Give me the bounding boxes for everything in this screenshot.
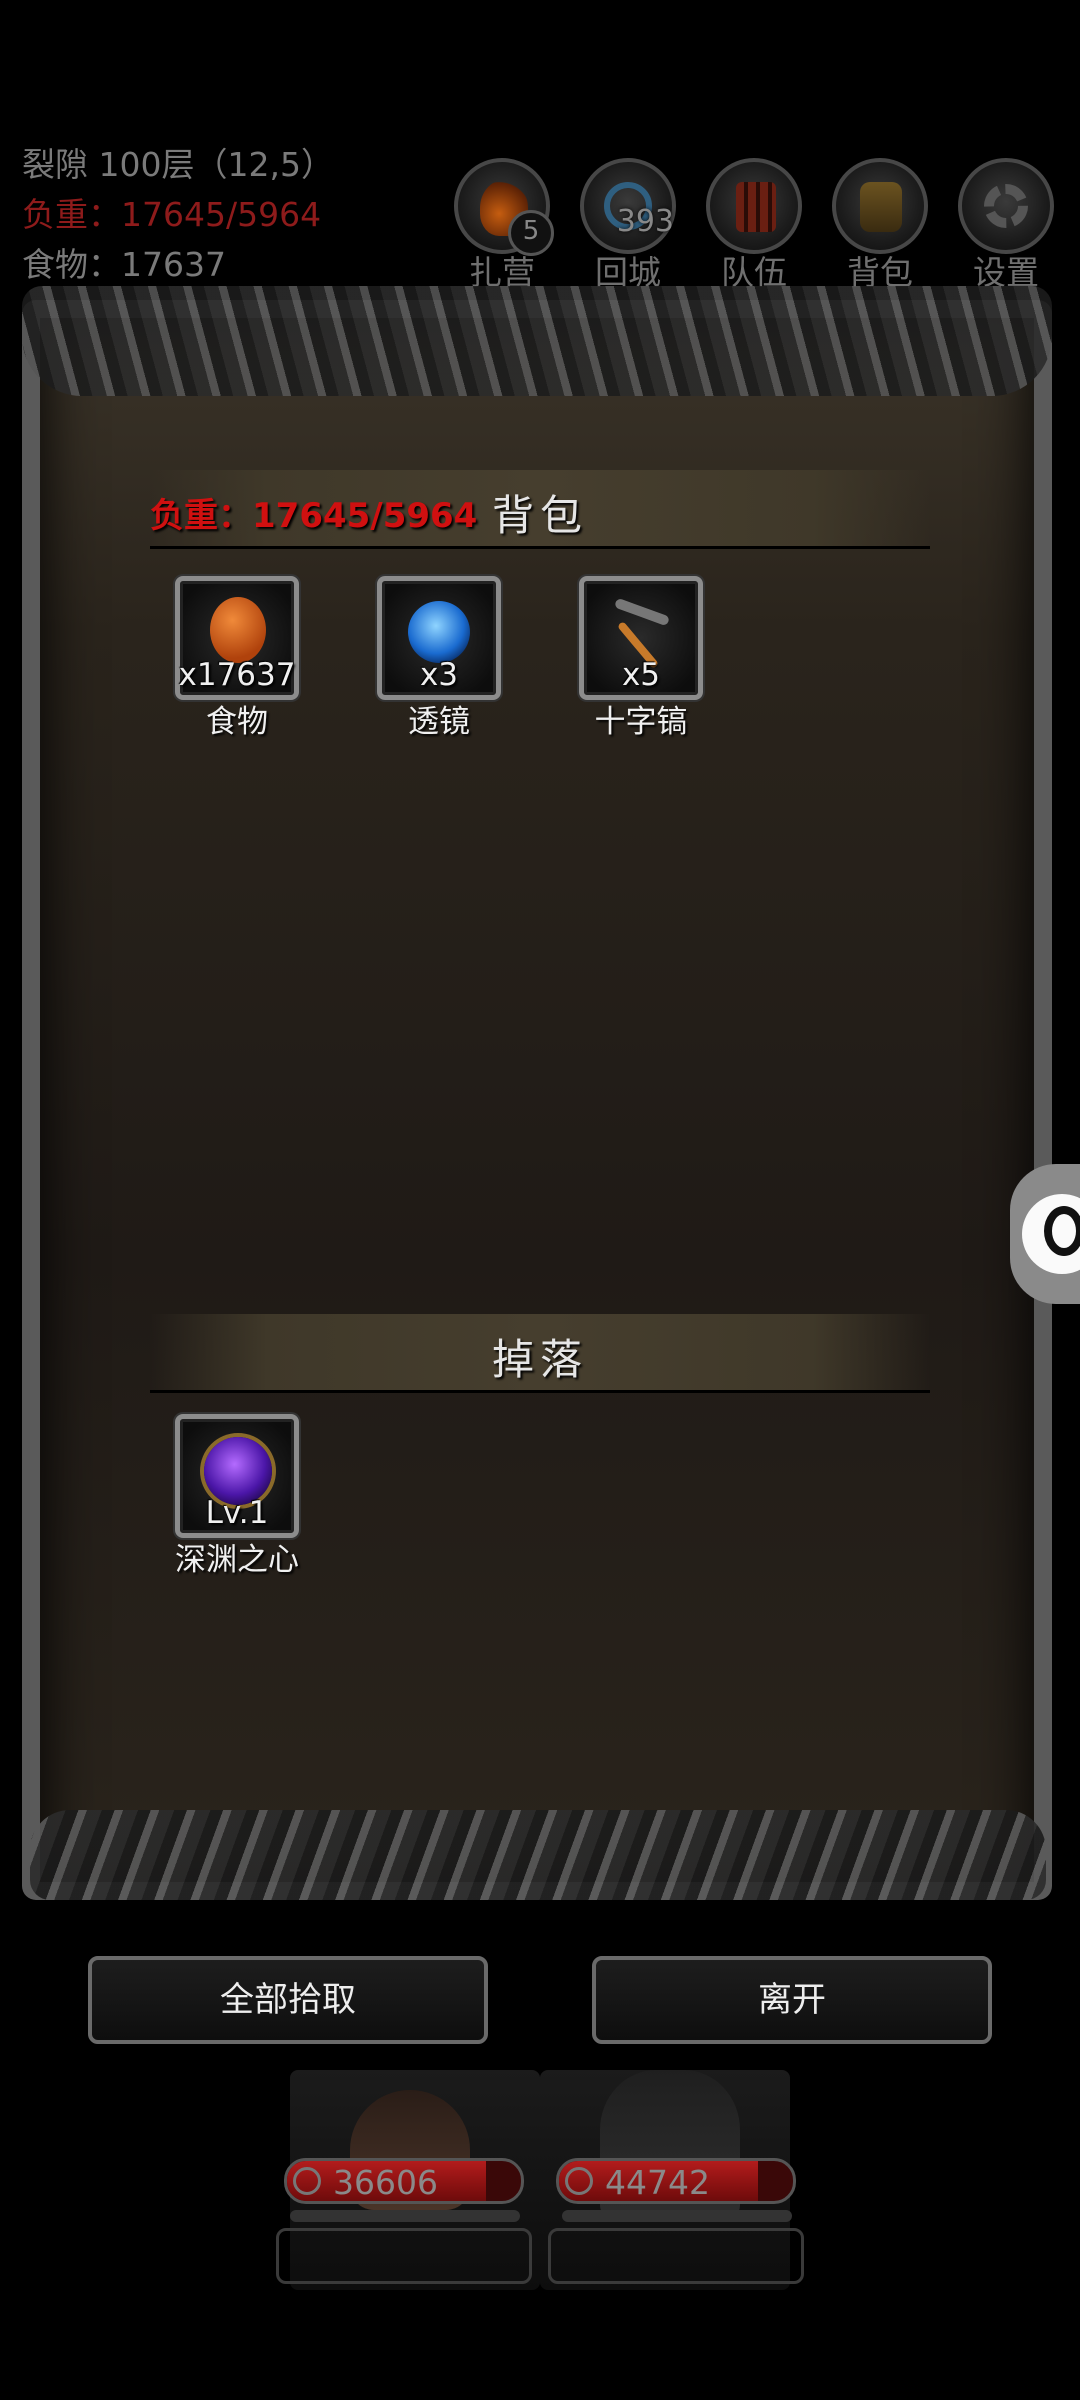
floating-assist-button[interactable] (1010, 1164, 1080, 1304)
inventory-title: 背包 (491, 491, 588, 540)
item-slot: x17637 (175, 576, 299, 700)
hero-hp-bar: 36606 (284, 2158, 524, 2204)
return-count: 393 (616, 204, 674, 239)
lens-orb-icon (408, 601, 470, 663)
backpack-icon (832, 158, 928, 254)
hero-info-slot (548, 2228, 804, 2284)
hero-hp-bar: 44742 (556, 2158, 796, 2204)
backpack-button[interactable]: 背包 (830, 158, 930, 294)
food-status: 食物：17637 (22, 245, 226, 284)
item-slot: x5 (579, 576, 703, 700)
inventory-header: 负重：17645/5964 背包 (150, 470, 930, 549)
pickup-all-button[interactable]: 全部拾取 (88, 1956, 488, 2044)
inventory-item[interactable]: x5 十字镐 (571, 576, 711, 741)
shield-icon (565, 2167, 593, 2195)
frame-ornament-top (22, 286, 1052, 396)
item-slot: x3 (377, 576, 501, 700)
item-qty: x17637 (178, 657, 296, 693)
location-label: 裂隙 100层（12,5） (22, 145, 334, 184)
drops-title: 掉落 (491, 1335, 588, 1384)
item-name: 食物 (206, 704, 268, 740)
team-button[interactable]: 队伍 (704, 158, 804, 294)
meat-icon (210, 597, 266, 663)
hero-energy-bar (562, 2210, 792, 2222)
gear-icon (958, 158, 1054, 254)
return-city-button[interactable]: 393 回城 (578, 158, 678, 294)
camp-count-badge: 5 (508, 210, 554, 256)
team-icon (706, 158, 802, 254)
item-slot: Lv.1 (175, 1414, 299, 1538)
inventory-item[interactable]: x17637 食物 (167, 576, 307, 741)
hud-status: 裂隙 100层（12,5） 负重：17645/5964 食物：17637 (22, 140, 334, 290)
drops-header: 掉落 (150, 1314, 930, 1393)
load-status: 负重：17645/5964 (22, 195, 322, 234)
top-toolbar: 5 扎营 393 回城 队伍 背包 设置 (452, 158, 1062, 292)
item-qty: x3 (419, 657, 459, 693)
hero-hp-value: 36606 (333, 2163, 438, 2202)
item-qty: x5 (621, 657, 661, 693)
shield-icon (293, 2167, 321, 2195)
assistant-icon (1022, 1194, 1080, 1274)
camp-button[interactable]: 5 扎营 (452, 158, 554, 294)
settings-button[interactable]: 设置 (956, 158, 1056, 294)
leave-button[interactable]: 离开 (592, 1956, 992, 2044)
frame-ornament-bottom (30, 1810, 1046, 1900)
item-name: 透镜 (408, 704, 470, 740)
item-name: 深渊之心 (175, 1542, 299, 1578)
hero-hp-value: 44742 (605, 2163, 710, 2202)
item-level: Lv.1 (205, 1495, 269, 1531)
hero-energy-bar (290, 2210, 520, 2222)
item-name: 十字镐 (594, 704, 688, 740)
inventory-item[interactable]: x3 透镜 (369, 576, 509, 741)
hero-info-slot (276, 2228, 532, 2284)
drop-item[interactable]: Lv.1 深渊之心 (167, 1414, 307, 1579)
